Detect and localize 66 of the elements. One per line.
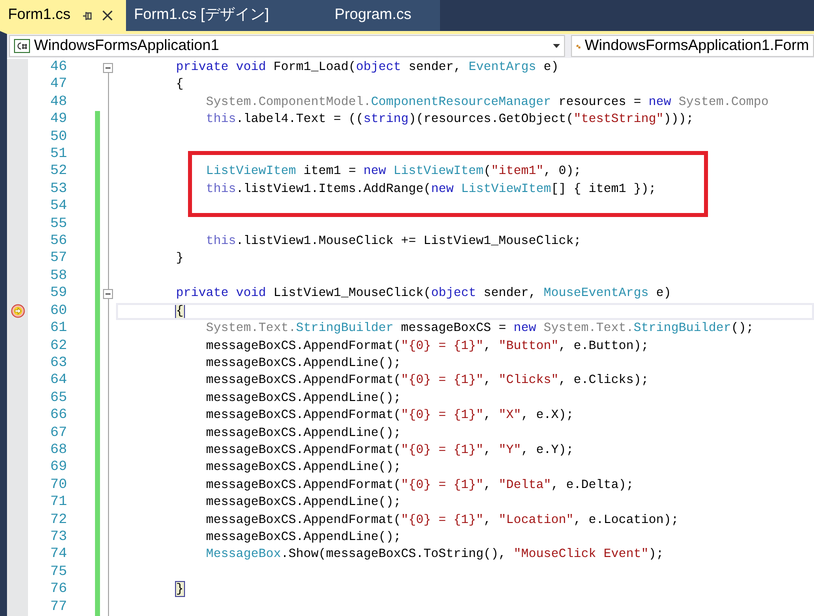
line-number: 65 — [49, 390, 67, 408]
editor-tab[interactable]: Program.cs — [306, 0, 440, 31]
editor-tab[interactable]: Form1.cs [デザイン] — [126, 0, 306, 31]
line-number: 66 — [49, 407, 67, 425]
line-number: 76 — [49, 581, 67, 599]
line-number: 71 — [49, 494, 67, 512]
line-number: 51 — [49, 146, 67, 164]
line-number: 46 — [49, 59, 67, 76]
line-number: 60 — [49, 302, 67, 320]
code-line: MessageBox.Show(messageBoxCS.ToString(), "MouseClick Event"); — [206, 547, 664, 562]
code-line: messageBoxCS.AppendFormat("{0} = {1}", "Button", e.Button); — [206, 338, 649, 352]
line-number: 68 — [49, 442, 67, 460]
code-line: messageBoxCS.AppendLine(); — [206, 426, 402, 440]
line-number: 57 — [49, 250, 67, 268]
code-line: System.ComponentModel.ComponentResourceManager resources = new System.Compo — [206, 94, 769, 109]
code-line: messageBoxCS.AppendLine(); — [206, 356, 402, 370]
code-line: messageBoxCS.AppendFormat("{0} = {1}", "X", e.X); — [206, 408, 574, 422]
code-line: { — [176, 77, 184, 92]
line-number: 58 — [49, 268, 67, 286]
code-line: messageBoxCS.AppendLine(); — [206, 530, 402, 544]
line-number: 72 — [49, 512, 67, 529]
line-number: 56 — [49, 233, 67, 250]
code-line: messageBoxCS.AppendLine(); — [206, 460, 402, 474]
code-line: this.listView1.Items.AddRange(new ListViewItem[] { item1 }); — [206, 182, 656, 196]
line-number: 64 — [49, 372, 67, 390]
code-line: private void ListView1_MouseClick(object sender, MouseEventArgs e) — [176, 286, 672, 300]
line-number: 55 — [49, 216, 67, 234]
code-line: this.label4.Text = ((string)(resources.GetObject("testString"))); — [206, 112, 694, 126]
line-number: 74 — [49, 546, 67, 564]
code-line: System.Text.StringBuilder messageBoxCS = new System.Text.StringBuilder(); — [206, 321, 754, 336]
line-number: 69 — [49, 459, 67, 477]
line-number: 52 — [49, 163, 67, 181]
line-number: 53 — [49, 180, 67, 198]
line-number: 63 — [49, 354, 67, 372]
line-number: 67 — [49, 424, 67, 442]
line-number: 50 — [49, 128, 67, 146]
line-number: 62 — [49, 338, 67, 355]
collapse-icon[interactable] — [103, 288, 113, 299]
csharp-file-icon — [14, 39, 30, 53]
line-number: 73 — [49, 528, 67, 546]
line-number: 47 — [49, 76, 67, 94]
collapse-icon[interactable] — [103, 62, 113, 73]
pin-icon — [80, 10, 92, 22]
type-dropdown[interactable]: WindowsFormsApplication1.Form — [571, 35, 814, 57]
editor-tab[interactable]: Form1.cs — [0, 0, 126, 31]
code-line: messageBoxCS.AppendLine(); — [206, 390, 402, 405]
line-number: 59 — [49, 285, 67, 303]
code-line: this.listView1.MouseClick += ListView1_MouseClick; — [206, 234, 582, 248]
line-number: 48 — [49, 94, 67, 112]
code-line: messageBoxCS.AppendFormat("{0} = {1}", "Clicks", e.Clicks); — [206, 373, 649, 388]
caret-icon — [553, 44, 560, 48]
line-number: 61 — [49, 320, 67, 338]
code-line: ListViewItem item1 = new ListViewItem("item1", 0); — [206, 164, 582, 178]
project-dropdown[interactable]: WindowsFormsApplication1 — [9, 35, 565, 57]
code-line: } — [176, 251, 184, 266]
line-number: 49 — [49, 111, 67, 129]
line-number: 75 — [49, 564, 67, 582]
code-line: messageBoxCS.AppendLine(); — [206, 495, 402, 510]
code-line: private void Form1_Load(object sender, EventArgs e) — [176, 60, 559, 74]
code-line: messageBoxCS.AppendFormat("{0} = {1}", "Y", e.Y); — [206, 442, 574, 457]
line-number: 70 — [49, 476, 67, 494]
close-icon — [102, 10, 113, 21]
code-line: messageBoxCS.AppendFormat("{0} = {1}", "Location", e.Location); — [206, 512, 679, 527]
line-number: 54 — [49, 198, 67, 216]
code-line: messageBoxCS.AppendFormat("{0} = {1}", "Delta", e.Delta); — [206, 478, 634, 492]
line-number: 77 — [49, 598, 67, 616]
